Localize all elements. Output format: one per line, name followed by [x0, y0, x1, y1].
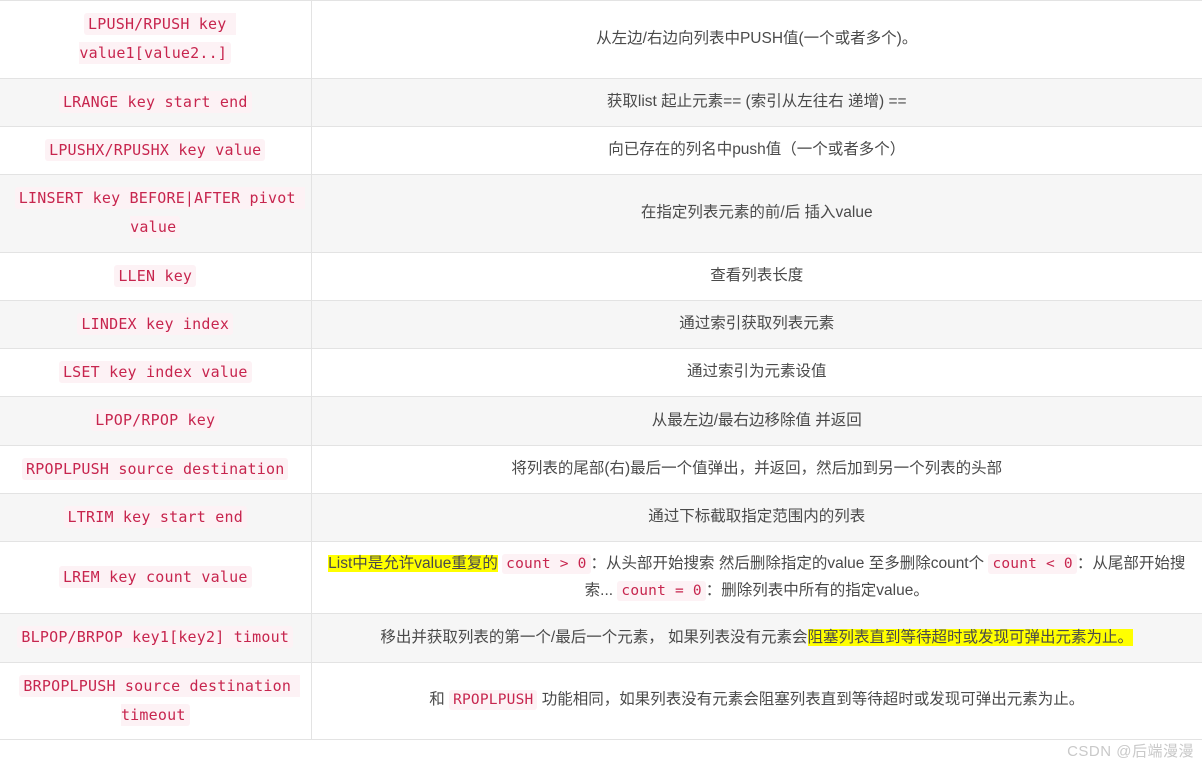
table-row: LPUSH/RPUSH key value1[value2..] 从左边/右边向列… [0, 0, 1202, 79]
description-text: 在指定列表元素的前/后 插入value [640, 203, 873, 221]
command-cell: LPUSH/RPUSH key value1[value2..] [0, 0, 312, 79]
command-cell: LPUSHX/RPUSHX key value [0, 126, 312, 176]
description-cell: 在指定列表元素的前/后 插入value [310, 174, 1202, 253]
description-text: 获取list 起止元素== (索引从左往右 递增) == [606, 92, 907, 110]
table-row: LTRIM key start end 通过下标截取指定范围内的列表 [0, 493, 1202, 543]
description-cell: 和 RPOPLPUSH 功能相同，如果列表没有元素会阻塞列表直到等待超时或发现可… [310, 662, 1202, 741]
command-code: BLPOP/BRPOP key1[key2] timout [17, 626, 294, 649]
command-cell: LREM key count value [0, 541, 312, 615]
highlighted-text: 阻塞列表直到等待超时或发现可弹出元素为止。 [807, 628, 1134, 646]
table-row: LSET key index value 通过索引为元素设值 [0, 348, 1202, 398]
table-row: LINDEX key index 通过索引获取列表元素 [0, 300, 1202, 350]
redis-list-command-table: LPUSH/RPUSH key value1[value2..] 从左边/右边向列… [0, 0, 1202, 741]
description-text: ：从头部开始搜索 然后删除指定的value 至多删除count个 [590, 555, 989, 572]
description-cell: 将列表的尾部(右)最后一个值弹出，并返回，然后加到另一个列表的头部 [310, 445, 1202, 494]
description-text: 通过下标截取指定范围内的列表 [648, 508, 866, 526]
command-cell: LPOP/RPOP key [0, 396, 312, 446]
table-row: BRPOPLPUSH source destination timeout 和 R… [0, 662, 1202, 741]
table-row: LRANGE key start end 获取list 起止元素== (索引从左往… [0, 78, 1202, 127]
description-text: 移出并获取列表的第一个/最后一个元素， 如果列表没有元素会 [380, 628, 808, 646]
table-body: LPUSH/RPUSH key value1[value2..] 从左边/右边向列… [0, 0, 1202, 741]
description-cell: 查看列表长度 [310, 252, 1202, 301]
description-cell: List中是允许value重复的 count > 0 ：从头部开始搜索 然后删除指… [310, 541, 1202, 615]
command-code: LPOP/RPOP key [91, 409, 220, 432]
table-row: RPOPLPUSH source destination 将列表的尾部(右)最后一… [0, 445, 1202, 494]
command-code: RPOPLPUSH source destination [22, 457, 289, 480]
description-text: 查看列表长度 [710, 266, 804, 284]
description-text: 功能相同，如果列表没有元素会阻塞列表直到等待超时或发现可弹出元素为止。 [537, 691, 1085, 709]
inline-code: count = 0 [617, 580, 706, 601]
table-row: LINSERT key BEFORE|AFTER pivot value 在指定列… [0, 174, 1202, 253]
table-row: LPOP/RPOP key 从最左边/最右边移除值 并返回 [0, 396, 1202, 446]
description-text: 将列表的尾部(右)最后一个值弹出，并返回，然后加到另一个列表的头部 [511, 459, 1003, 477]
description-cell: 通过索引获取列表元素 [310, 300, 1202, 350]
table-row: BLPOP/BRPOP key1[key2] timout 移出并获取列表的第一个… [0, 613, 1202, 663]
description-text: 从最左边/最右边移除值 并返回 [651, 411, 862, 429]
command-cell: LINSERT key BEFORE|AFTER pivot value [0, 174, 312, 253]
table-row: LLEN key 查看列表长度 [0, 252, 1202, 301]
command-code: BRPOPLPUSH source destination timeout [19, 674, 301, 726]
description-cell: 向已存在的列名中push值（一个或者多个） [310, 126, 1202, 176]
command-code: LINDEX key index [77, 312, 234, 335]
command-cell: LLEN key [0, 252, 312, 301]
description-text: 和 [429, 691, 450, 709]
command-cell: RPOPLPUSH source destination [0, 445, 312, 494]
command-cell: LTRIM key start end [0, 493, 312, 543]
command-code: LTRIM key start end [63, 505, 247, 528]
command-cell: LSET key index value [0, 348, 312, 398]
description-text: 通过索引获取列表元素 [679, 315, 835, 333]
command-code: LINSERT key BEFORE|AFTER pivot value [14, 187, 305, 239]
description-cell: 获取list 起止元素== (索引从左往右 递增) == [310, 78, 1202, 127]
description-cell: 通过下标截取指定范围内的列表 [310, 493, 1202, 543]
table-row: LPUSHX/RPUSHX key value 向已存在的列名中push值（一个或… [0, 126, 1202, 176]
description-text: 通过索引为元素设值 [686, 363, 827, 381]
description-text: 从左边/右边向列表中PUSH值(一个或者多个)。 [596, 29, 918, 47]
description-cell: 通过索引为元素设值 [310, 348, 1202, 398]
command-code: LLEN key [114, 264, 197, 287]
csdn-watermark: CSDN @后端漫漫 [1067, 743, 1194, 760]
command-code: LPUSHX/RPUSHX key value [45, 138, 266, 161]
description-cell: 从最左边/最右边移除值 并返回 [310, 396, 1202, 446]
redis-list-command-table-container: LPUSH/RPUSH key value1[value2..] 从左边/右边向列… [0, 0, 1202, 765]
command-code: LREM key count value [58, 566, 252, 589]
description-cell: 移出并获取列表的第一个/最后一个元素， 如果列表没有元素会阻塞列表直到等待超时或… [310, 613, 1202, 663]
command-code: LRANGE key start end [58, 90, 252, 113]
command-cell: LRANGE key start end [0, 78, 312, 127]
command-cell: LINDEX key index [0, 300, 312, 350]
inline-code: RPOPLPUSH [449, 690, 538, 711]
command-cell: BLPOP/BRPOP key1[key2] timout [0, 613, 312, 663]
description-cell: 从左边/右边向列表中PUSH值(一个或者多个)。 [310, 0, 1202, 79]
inline-code: count < 0 [988, 554, 1077, 574]
command-cell: BRPOPLPUSH source destination timeout [0, 662, 312, 741]
command-code: LSET key index value [58, 361, 252, 383]
table-row: LREM key count value List中是允许value重复的 cou… [0, 541, 1202, 615]
description-text: 向已存在的列名中push值（一个或者多个） [608, 141, 906, 159]
command-code: LPUSH/RPUSH key value1[value2..] [79, 13, 236, 65]
highlighted-text: List中是允许value重复的 [328, 555, 498, 572]
inline-code: count > 0 [502, 554, 591, 574]
description-text: ：删除列表中所有的指定value。 [705, 581, 929, 599]
